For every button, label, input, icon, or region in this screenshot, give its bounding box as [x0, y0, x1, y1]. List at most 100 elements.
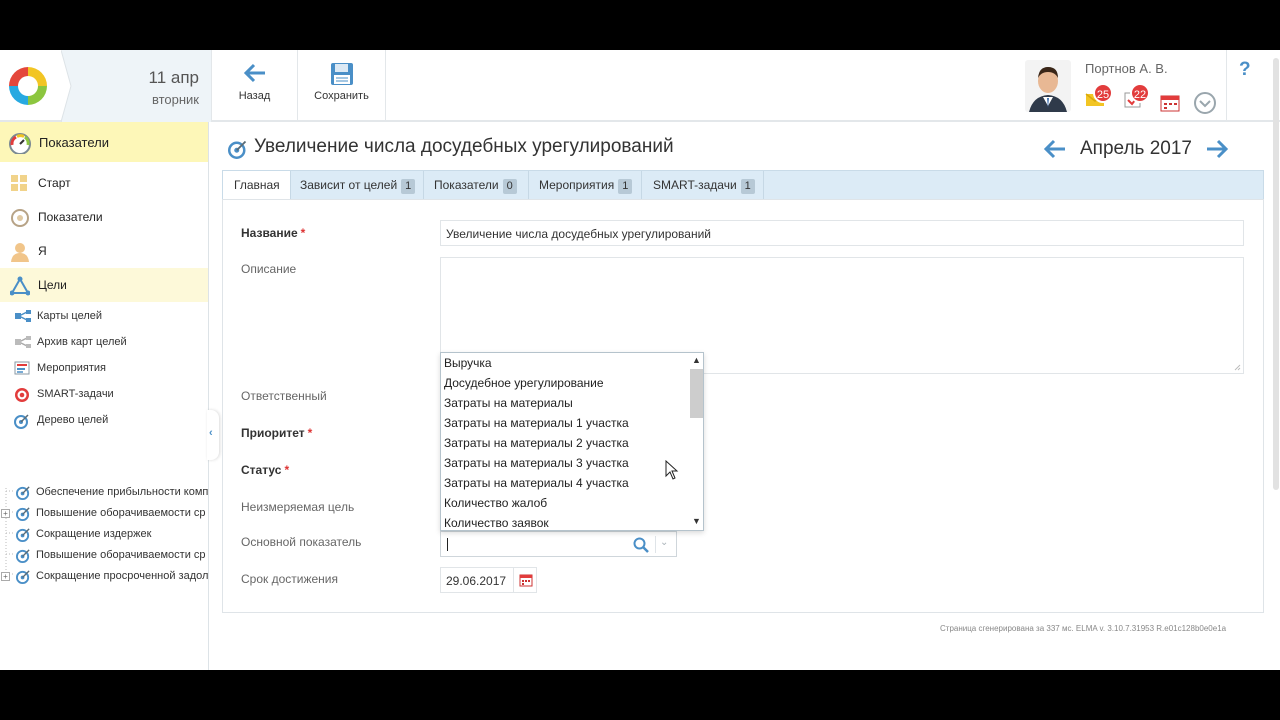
tab-count: 0	[502, 179, 517, 194]
deadline-label: Срок достижения	[241, 572, 339, 586]
back-button[interactable]: Назад	[212, 50, 298, 122]
avatar-photo-icon	[1025, 60, 1071, 112]
sidebar-item-label: Показатели	[38, 210, 103, 224]
unmeasurable-label: Неизмеряемая цель	[241, 500, 355, 514]
chevron-right-icon	[61, 50, 72, 122]
dropdown-option[interactable]: Количество заявок	[441, 513, 689, 530]
goals-triangle-icon	[10, 276, 30, 296]
page-title: Увеличение числа досудебных урегулирован…	[254, 136, 674, 157]
floppy-disk-icon	[330, 63, 353, 85]
sidebar-header-label: Показатели	[39, 135, 109, 150]
page-scrollbar[interactable]	[1273, 58, 1279, 490]
sidebar-item-events[interactable]: Мероприятия	[0, 355, 208, 381]
dropdown-option[interactable]: Выручка	[441, 353, 689, 373]
tree-item-label: Сокращение издержек	[36, 528, 152, 540]
tree-item[interactable]: + Повышение оборачиваемости ср	[0, 503, 208, 524]
target-arrow-icon	[14, 414, 29, 429]
dropdown-option[interactable]: Затраты на материалы 1 участка	[441, 413, 689, 433]
tasks-badge: 22	[1130, 83, 1150, 103]
tab-depends-on-goals[interactable]: Зависит от целей 1	[291, 171, 424, 200]
expand-icon[interactable]: +	[1, 509, 10, 518]
target-arrow-icon	[16, 486, 30, 500]
required-mark: *	[307, 426, 313, 440]
header-divider	[1226, 50, 1227, 122]
target-arrow-icon	[16, 507, 30, 521]
calendar-icon[interactable]	[1160, 94, 1180, 112]
sidebar-item-label: Архив карт целей	[37, 336, 127, 348]
top-header: 11 апр вторник Назад Сохранить Портнов А…	[0, 50, 1280, 122]
sidebar-item-smart-tasks[interactable]: SMART-задачи	[0, 381, 208, 407]
tab-count: 1	[740, 179, 755, 194]
help-icon[interactable]: ?	[1239, 59, 1251, 81]
sidebar-item-goals[interactable]: Цели	[0, 268, 208, 302]
tree-item[interactable]: Повышение оборачиваемости ср	[0, 545, 208, 566]
tab-label: Главная	[234, 178, 280, 192]
sidebar-collapse-button[interactable]: ‹	[207, 410, 219, 460]
scrollbar-thumb[interactable]	[690, 369, 703, 418]
target-arrow-icon	[228, 140, 247, 159]
arrow-left-icon[interactable]	[1043, 138, 1067, 160]
save-button[interactable]: Сохранить	[298, 50, 386, 122]
resize-handle-icon[interactable]	[1233, 363, 1241, 371]
calendar-icon	[519, 574, 533, 587]
scroll-up-icon[interactable]: ▲	[692, 355, 701, 365]
grid-icon	[11, 175, 27, 191]
scroll-down-icon[interactable]: ▼	[692, 516, 701, 526]
sidebar-item-label: Я	[38, 244, 47, 258]
goal-map-icon	[15, 310, 31, 322]
dropdown-option[interactable]: Затраты на материалы	[441, 393, 689, 413]
tab-smart-tasks[interactable]: SMART-задачи 1	[642, 171, 764, 200]
archive-map-icon	[15, 336, 31, 348]
sidebar-item-start[interactable]: Старт	[0, 166, 208, 200]
target-arrow-icon	[16, 549, 30, 563]
sidebar-item-indicators[interactable]: Показатели	[0, 200, 208, 234]
tree-item[interactable]: + Сокращение просроченной задол	[0, 566, 208, 587]
name-input[interactable]: Увеличение числа досудебных урегулирован…	[440, 220, 1244, 246]
sidebar-item-label: Цели	[38, 278, 67, 292]
metric-dropdown-list: Выручка Досудебное урегулирование Затрат…	[440, 352, 704, 531]
sidebar-header[interactable]: Показатели	[0, 122, 208, 162]
user-name[interactable]: Портнов А. В.	[1085, 61, 1168, 76]
sidebar-item-me[interactable]: Я	[0, 234, 208, 268]
tab-events[interactable]: Мероприятия 1	[529, 171, 642, 200]
dropdown-option[interactable]: Затраты на материалы 4 участка	[441, 473, 689, 493]
logo[interactable]	[0, 50, 62, 122]
deadline-date-input[interactable]: 29.06.2017	[440, 567, 537, 593]
user-menu-toggle[interactable]	[1194, 92, 1216, 114]
period-label: Апрель 2017	[1080, 138, 1192, 159]
sidebar: Показатели Старт Показатели Я Цели Карты…	[0, 122, 209, 670]
sidebar-item-goal-tree[interactable]: Дерево целей	[0, 407, 208, 433]
tree-item[interactable]: Сокращение издержек	[0, 524, 208, 545]
dropdown-option[interactable]: Досудебное урегулирование	[441, 373, 689, 393]
tab-main[interactable]: Главная	[223, 171, 291, 201]
chevron-down-icon[interactable]: ⌄	[660, 537, 668, 548]
search-icon[interactable]	[633, 537, 649, 553]
sidebar-item-label: SMART-задачи	[37, 388, 114, 400]
dropdown-scrollbar[interactable]: ▲ ▼	[689, 353, 703, 530]
tab-bar: Главная Зависит от целей 1 Показатели 0 Ме…	[222, 170, 1264, 201]
tab-label: SMART-задачи	[653, 178, 737, 192]
tab-count: 1	[401, 179, 416, 194]
tree-item[interactable]: Обеспечение прибыльности комп	[0, 482, 208, 503]
text-cursor	[447, 538, 448, 551]
elma-logo-icon	[9, 67, 47, 105]
sidebar-item-goal-maps[interactable]: Карты целей	[0, 303, 208, 329]
tab-label: Показатели	[434, 178, 499, 192]
sidebar-item-goal-maps-archive[interactable]: Архив карт целей	[0, 329, 208, 355]
user-avatar[interactable]	[1025, 60, 1071, 112]
tab-indicators[interactable]: Показатели 0	[424, 171, 529, 200]
dropdown-option[interactable]: Затраты на материалы 2 участка	[441, 433, 689, 453]
required-mark: *	[300, 226, 306, 240]
expand-icon[interactable]: +	[1, 572, 10, 581]
arrow-right-icon[interactable]	[1205, 138, 1229, 160]
status-label: Статус *	[241, 463, 289, 477]
divider	[655, 536, 656, 553]
description-label: Описание	[241, 262, 297, 276]
main-metric-input[interactable]: ⌄	[440, 531, 677, 557]
tree-item-label: Обеспечение прибыльности комп	[36, 486, 209, 498]
target-icon	[15, 388, 29, 402]
date-picker-button[interactable]	[513, 568, 537, 592]
dropdown-option[interactable]: Количество жалоб	[441, 493, 689, 513]
chevron-down-icon	[1199, 100, 1211, 108]
dropdown-option[interactable]: Затраты на материалы 3 участка	[441, 453, 689, 473]
